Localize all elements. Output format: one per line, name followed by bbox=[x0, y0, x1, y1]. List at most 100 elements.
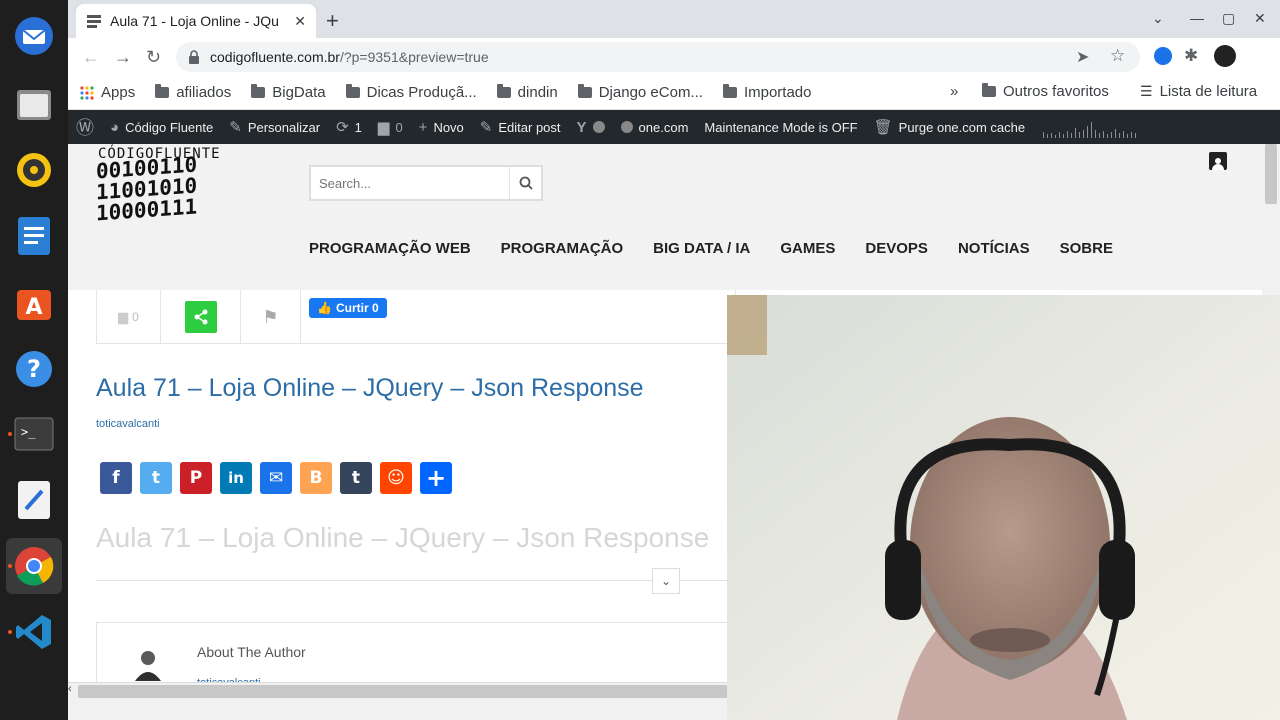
writer-icon[interactable] bbox=[6, 208, 62, 264]
close-window-icon[interactable]: ✕ bbox=[1254, 10, 1266, 27]
profile-avatar[interactable] bbox=[1214, 45, 1236, 67]
stats-sparkline bbox=[1043, 122, 1137, 138]
wp-comments-link[interactable]: ▆ 0 bbox=[378, 118, 403, 136]
wp-customize-link[interactable]: ✎ Personalizar bbox=[229, 118, 320, 136]
purge-label: Purge one.com cache bbox=[898, 119, 1026, 135]
nav-games[interactable]: GAMES bbox=[780, 240, 835, 257]
facebook-like-button[interactable]: 👍 Curtir 0 bbox=[309, 298, 387, 318]
wp-admin-bar: Ⓦ ◕ Código Fluente ✎ Personalizar ⟳ 1 ▆ 0 + N… bbox=[68, 110, 1280, 144]
bookmark-folder-bigdata[interactable]: BigData bbox=[251, 84, 326, 101]
yoast-button[interactable]: Y bbox=[577, 119, 605, 136]
chevron-down-icon: ⌄ bbox=[660, 574, 672, 588]
post-author-link[interactable]: toticavalcanti bbox=[96, 418, 160, 430]
maintenance-mode-link[interactable]: Maintenance Mode is OFF bbox=[704, 120, 857, 135]
tab-strip: Aula 71 - Loja Online - JQu ✕ + ⌄ — ▢ ✕ bbox=[68, 0, 1280, 38]
pinterest-share-icon[interactable]: P bbox=[180, 462, 212, 494]
author-avatar[interactable] bbox=[133, 647, 163, 681]
text-editor-icon[interactable] bbox=[6, 472, 62, 528]
forward-icon[interactable]: → bbox=[114, 47, 132, 68]
reading-list-button[interactable]: ☰ Lista de leitura bbox=[1140, 83, 1257, 100]
bookmark-star-icon[interactable]: ☆ bbox=[1110, 46, 1125, 66]
comment-icon: ▆ bbox=[118, 309, 129, 324]
tab-close-icon[interactable]: ✕ bbox=[294, 13, 306, 30]
wp-updates-count: 1 bbox=[354, 119, 362, 135]
onecom-button[interactable]: one.com bbox=[620, 120, 688, 135]
nav-sobre[interactable]: SOBRE bbox=[1060, 240, 1113, 257]
help-icon[interactable]: ? bbox=[6, 341, 62, 397]
nav-noticias[interactable]: NOTÍCIAS bbox=[958, 240, 1030, 257]
bookmark-label: BigData bbox=[272, 84, 326, 101]
blogger-share-icon[interactable]: B bbox=[300, 462, 332, 494]
thumbs-up-icon: 👍 bbox=[317, 301, 332, 315]
twitter-share-icon[interactable]: t bbox=[140, 462, 172, 494]
bookmark-label: Dicas Produçã... bbox=[366, 84, 477, 101]
wp-updates-link[interactable]: ⟳ 1 bbox=[336, 118, 362, 136]
bookmark-folder-dindin[interactable]: dindin bbox=[496, 84, 558, 101]
report-button[interactable]: ⚑ bbox=[241, 290, 301, 344]
extension-icon[interactable] bbox=[1154, 47, 1172, 65]
reading-list-icon: ☰ bbox=[1140, 83, 1153, 99]
rhythmbox-icon[interactable] bbox=[6, 142, 62, 198]
bookmark-label: Importado bbox=[743, 84, 812, 101]
email-share-icon[interactable]: ✉ bbox=[260, 462, 292, 494]
terminal-icon[interactable]: >_ bbox=[6, 406, 62, 462]
send-icon[interactable]: ➤ bbox=[1076, 47, 1089, 67]
wp-site-link[interactable]: ◕ Código Fluente bbox=[110, 119, 213, 136]
wp-new-link[interactable]: + Novo bbox=[419, 119, 464, 136]
reload-icon[interactable]: ↻ bbox=[146, 47, 161, 68]
search-input[interactable] bbox=[311, 167, 509, 199]
user-account-icon[interactable] bbox=[1209, 152, 1227, 170]
tumblr-share-icon[interactable]: t bbox=[340, 462, 372, 494]
bookmark-folder-django[interactable]: Django eCom... bbox=[577, 84, 703, 101]
scroll-left-icon[interactable]: ‹ bbox=[68, 683, 72, 695]
maximize-icon[interactable]: ▢ bbox=[1222, 10, 1235, 27]
vscode-icon[interactable] bbox=[6, 604, 62, 660]
share-toggle-button[interactable] bbox=[161, 290, 241, 344]
nav-programacao[interactable]: PROGRAMAÇÃO bbox=[501, 240, 624, 257]
address-bar[interactable]: codigofluente.com.br/?p=9351&preview=tru… bbox=[176, 42, 1140, 72]
linkedin-share-icon[interactable]: in bbox=[220, 462, 252, 494]
post-title[interactable]: Aula 71 – Loja Online – JQuery – Json Re… bbox=[96, 374, 644, 403]
bookmark-label: afiliados bbox=[176, 84, 232, 101]
files-icon[interactable] bbox=[6, 76, 62, 132]
more-share-icon[interactable]: + bbox=[420, 462, 452, 494]
scrollbar-thumb[interactable] bbox=[78, 685, 838, 698]
bookmark-label: Outros favoritos bbox=[1003, 83, 1109, 100]
browser-toolbar: ← → ↻ codigofluente.com.br/?p=9351&previ… bbox=[68, 38, 1280, 76]
bookmark-folder-importado[interactable]: Importado bbox=[722, 84, 812, 101]
bookmark-apps[interactable]: Apps bbox=[80, 84, 135, 101]
wp-logo-button[interactable]: Ⓦ bbox=[76, 114, 94, 140]
chrome-icon[interactable] bbox=[6, 538, 62, 594]
thunderbird-icon[interactable] bbox=[6, 8, 62, 64]
wp-site-name: Código Fluente bbox=[125, 119, 214, 135]
tab-search-icon[interactable]: ⌄ bbox=[1152, 10, 1164, 27]
nav-programacao-web[interactable]: PROGRAMAÇÃO WEB bbox=[309, 240, 471, 257]
nav-devops[interactable]: DEVOPS bbox=[865, 240, 928, 257]
extensions-puzzle-icon[interactable]: ✱ bbox=[1184, 46, 1198, 66]
nav-big-data[interactable]: BIG DATA / IA bbox=[653, 240, 750, 257]
minimize-icon[interactable]: — bbox=[1190, 10, 1204, 26]
bookmark-folder-afiliados[interactable]: afiliados bbox=[155, 84, 231, 101]
new-tab-icon[interactable]: + bbox=[326, 8, 339, 34]
site-logo[interactable]: 00100110 11001010 10000111 bbox=[96, 152, 197, 225]
tab-active[interactable]: Aula 71 - Loja Online - JQu ✕ bbox=[76, 4, 316, 38]
purge-cache-link[interactable]: 🗑 Purge one.com cache bbox=[874, 118, 1026, 136]
comments-count-button[interactable]: ▆ 0 bbox=[97, 290, 161, 344]
software-icon[interactable]: A bbox=[6, 274, 62, 330]
search-button[interactable] bbox=[509, 167, 541, 199]
updates-icon: ⟳ bbox=[336, 119, 349, 136]
reddit-share-icon[interactable]: ☺ bbox=[380, 462, 412, 494]
bookmark-folder-dicas[interactable]: Dicas Produçã... bbox=[345, 84, 477, 101]
lock-icon[interactable] bbox=[188, 50, 200, 64]
bookmarks-overflow-button[interactable]: » bbox=[950, 83, 958, 100]
comments-count: 0 bbox=[132, 310, 139, 324]
site-search bbox=[309, 165, 543, 201]
bookmark-folder-outros[interactable]: Outros favoritos bbox=[982, 83, 1109, 100]
facebook-share-icon[interactable]: f bbox=[100, 462, 132, 494]
bookmark-label: dindin bbox=[517, 84, 558, 101]
scrollbar-thumb[interactable] bbox=[1265, 144, 1277, 204]
wp-comments-count: 0 bbox=[395, 119, 403, 135]
wp-edit-post-link[interactable]: ✎ Editar post bbox=[480, 118, 561, 136]
back-icon[interactable]: ← bbox=[82, 47, 100, 68]
expand-content-button[interactable]: ⌄ bbox=[652, 568, 680, 594]
